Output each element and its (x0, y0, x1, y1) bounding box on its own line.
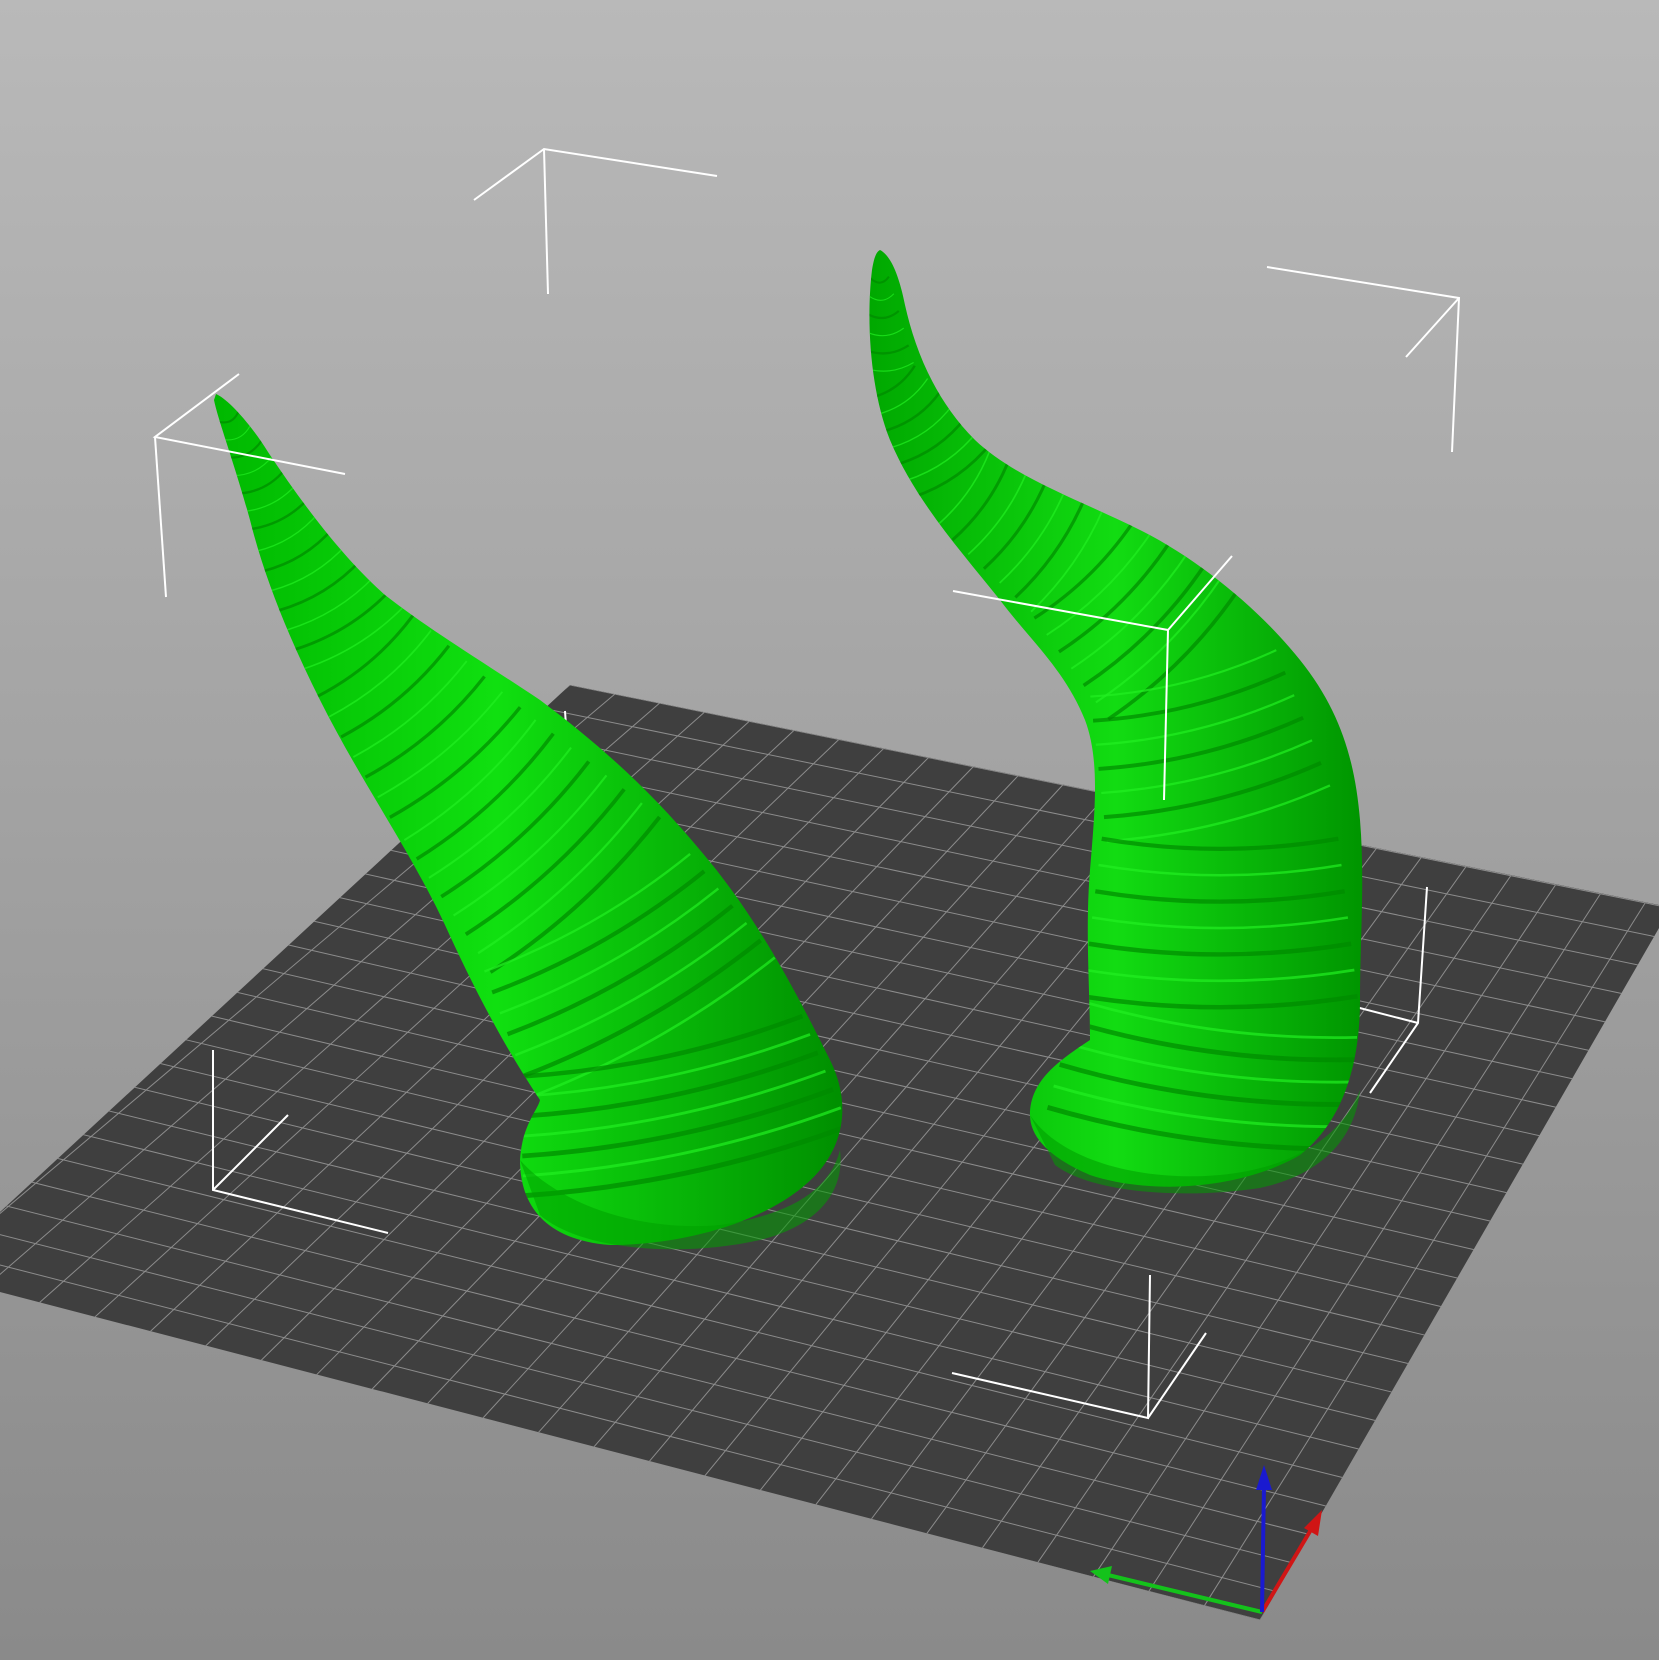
scene-canvas[interactable] (0, 0, 1659, 1660)
axis-z (1260, 1484, 1266, 1613)
3d-viewport[interactable] (0, 0, 1659, 1660)
